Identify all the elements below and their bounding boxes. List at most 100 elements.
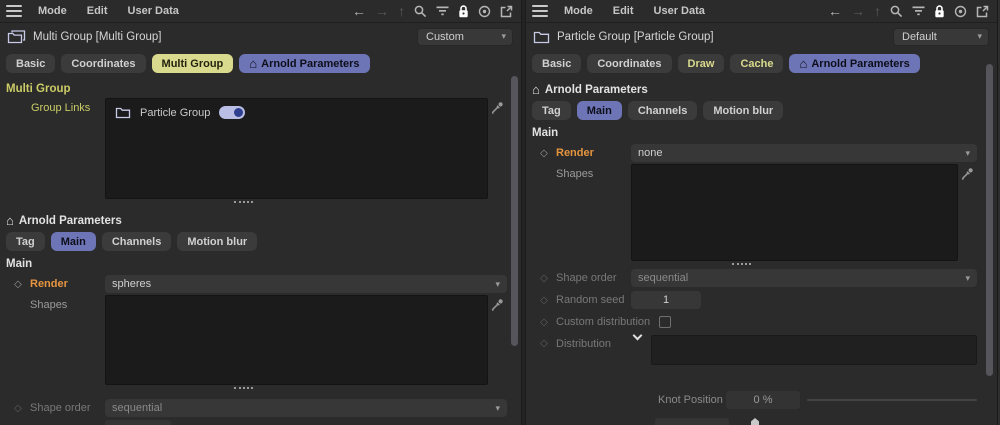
lock-icon[interactable]	[934, 4, 945, 18]
resize-handle[interactable]	[0, 199, 486, 205]
knot-position-slider[interactable]	[807, 399, 977, 401]
toolbar: Mode Edit User Data ← → ↑	[0, 0, 521, 23]
menu-mode[interactable]: Mode	[38, 5, 67, 17]
folder-icon	[115, 106, 131, 119]
filter-icon[interactable]	[912, 6, 925, 16]
shapes-label: Shapes	[556, 168, 594, 180]
filter-icon[interactable]	[436, 6, 449, 16]
subtab-channels[interactable]: Channels	[101, 232, 172, 251]
resize-handle[interactable]	[0, 385, 486, 391]
up-level-icon[interactable]: ↑	[398, 4, 405, 18]
keyframe-diamond-icon[interactable]: ◇	[532, 317, 556, 328]
lock-icon[interactable]	[458, 4, 469, 18]
eyedropper-icon[interactable]	[491, 98, 507, 114]
subtab-main[interactable]: Main	[576, 101, 622, 120]
object-title: Multi Group [Multi Group]	[33, 30, 162, 43]
chevron-down-icon: ▾	[495, 402, 500, 413]
popout-window-icon[interactable]	[976, 5, 989, 18]
vertical-scrollbar[interactable]	[511, 76, 518, 346]
shapes-listbox[interactable]	[105, 295, 488, 385]
subtab-tag[interactable]: Tag	[6, 232, 45, 251]
preset-value: Custom	[426, 30, 464, 43]
preset-dropdown[interactable]: Default ▾	[893, 27, 989, 46]
arnold-subtabs: Tag Main Channels Motion blur	[0, 230, 521, 256]
history-back-icon[interactable]: ←	[352, 4, 366, 18]
up-level-icon[interactable]: ↑	[874, 4, 881, 18]
keyframe-diamond-icon[interactable]: ◇	[532, 295, 556, 306]
shape-order-dropdown[interactable]: sequential ▾	[631, 269, 977, 287]
group-title-main: Main	[6, 258, 33, 270]
eyedropper-icon[interactable]	[961, 164, 977, 180]
clipped-field[interactable]	[105, 420, 171, 425]
keyframe-diamond-icon[interactable]: ◇	[6, 403, 30, 414]
resize-handle[interactable]	[526, 261, 957, 267]
random-seed-label: Random seed	[556, 294, 625, 306]
menu-edit[interactable]: Edit	[613, 5, 634, 17]
group-links-listbox[interactable]: Particle Group	[105, 98, 488, 199]
tab-cache[interactable]: Cache	[730, 54, 784, 73]
clipped-dropdown[interactable]	[655, 418, 729, 425]
knot-position-value: 0 %	[753, 394, 773, 406]
shape-order-dropdown[interactable]: sequential ▾	[105, 399, 507, 417]
search-icon[interactable]	[890, 5, 903, 18]
knot-position-input[interactable]: 0 %	[726, 391, 800, 409]
distribution-gradient-box[interactable]	[651, 335, 977, 365]
keyframe-diamond-icon[interactable]: ◇	[532, 148, 556, 159]
chevron-down-icon: ▾	[501, 31, 506, 41]
attribute-panel-right: Mode Edit User Data ← → ↑ Particle Group…	[526, 0, 997, 425]
history-forward-icon[interactable]: →	[375, 4, 389, 18]
param-row-render: ◇ Render none ▾	[526, 144, 997, 162]
shape-order-value: sequential	[638, 272, 689, 284]
history-forward-icon[interactable]: →	[851, 4, 865, 18]
keyframe-diamond-icon[interactable]: ◇	[532, 273, 556, 284]
tab-coordinates[interactable]: Coordinates	[587, 54, 672, 73]
eyedropper-icon[interactable]	[491, 295, 507, 311]
popout-window-icon[interactable]	[500, 5, 513, 18]
custom-distribution-checkbox[interactable]	[659, 316, 671, 328]
search-icon[interactable]	[414, 5, 427, 18]
expand-chevron-icon[interactable]	[632, 330, 643, 341]
section-title-arnold: ⌂ Arnold Parameters	[526, 78, 997, 99]
gradient-knot-icon[interactable]	[751, 418, 759, 425]
enable-toggle[interactable]	[219, 106, 246, 119]
shapes-listbox[interactable]	[631, 164, 958, 261]
subtab-motion-blur[interactable]: Motion blur	[703, 101, 784, 120]
render-dropdown[interactable]: spheres ▾	[105, 275, 507, 293]
object-tabs: Basic Coordinates Multi Group ⌂ Arnold P…	[0, 50, 521, 78]
tab-coordinates[interactable]: Coordinates	[61, 54, 146, 73]
keyframe-diamond-icon[interactable]: ◇	[6, 279, 30, 290]
chevron-down-icon: ▾	[965, 272, 970, 283]
hamburger-menu-icon[interactable]	[6, 5, 22, 17]
object-title: Particle Group [Particle Group]	[557, 30, 714, 43]
list-item-particle-group[interactable]: Particle Group	[106, 99, 487, 126]
history-back-icon[interactable]: ←	[828, 4, 842, 18]
random-seed-input[interactable]: 1	[631, 291, 701, 309]
param-row-shapes: Shapes	[526, 164, 997, 261]
tab-multi-group[interactable]: Multi Group	[151, 54, 234, 73]
menu-user-data[interactable]: User Data	[128, 5, 179, 17]
group-links-label: Group Links	[31, 102, 91, 114]
menu-edit[interactable]: Edit	[87, 5, 108, 17]
vertical-scrollbar[interactable]	[986, 64, 993, 376]
render-dropdown[interactable]: none ▾	[631, 144, 977, 162]
section-title-arnold: ⌂ Arnold Parameters	[0, 209, 521, 230]
tab-arnold-parameters[interactable]: ⌂ Arnold Parameters	[239, 54, 370, 73]
target-mode-icon[interactable]	[478, 5, 491, 18]
tab-arnold-parameters[interactable]: ⌂ Arnold Parameters	[789, 54, 920, 73]
subtab-motion-blur[interactable]: Motion blur	[177, 232, 258, 251]
menu-user-data[interactable]: User Data	[654, 5, 705, 17]
param-row-shape-order: ◇ Shape order sequential ▾	[526, 269, 997, 287]
tab-basic[interactable]: Basic	[6, 54, 56, 73]
tab-basic[interactable]: Basic	[532, 54, 582, 73]
subtab-tag[interactable]: Tag	[532, 101, 571, 120]
preset-dropdown[interactable]: Custom ▾	[417, 27, 513, 46]
subtab-main[interactable]: Main	[50, 232, 96, 251]
subtab-channels[interactable]: Channels	[627, 101, 698, 120]
keyframe-diamond-icon[interactable]: ◇	[532, 335, 556, 349]
hamburger-menu-icon[interactable]	[532, 5, 548, 17]
tab-draw[interactable]: Draw	[677, 54, 725, 73]
knot-position-row: Knot Position 0 %	[526, 391, 997, 409]
menu-mode[interactable]: Mode	[564, 5, 593, 17]
target-mode-icon[interactable]	[954, 5, 967, 18]
multi-folder-icon	[7, 29, 26, 44]
